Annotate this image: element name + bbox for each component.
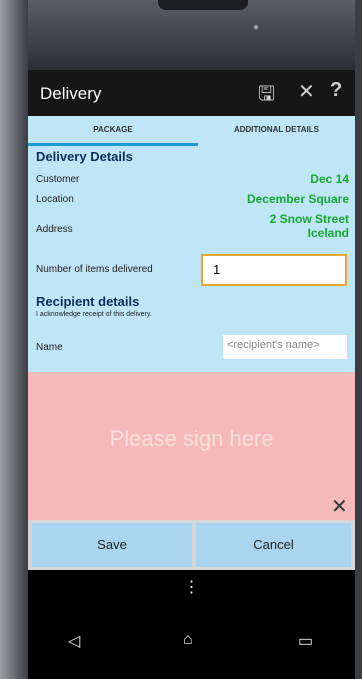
address-line-1: 2 Snow Street [269, 212, 349, 226]
delivery-details-title: Delivery Details [36, 149, 133, 164]
save-button[interactable]: Save [32, 523, 192, 567]
items-delivered-label: Number of items delivered [36, 264, 153, 275]
floppy-disk-icon[interactable]: 🖫 [258, 79, 275, 113]
address-line-2: Iceland [307, 226, 349, 240]
name-label: Name [36, 342, 63, 353]
app-title: Delivery [40, 84, 102, 103]
tab-package[interactable]: PACKAGE [28, 116, 198, 146]
app-bar: Delivery 🖫 ✕ ? [28, 70, 355, 116]
device-frame-left [0, 0, 28, 679]
tab-strip: PACKAGE ADDITIONAL DETAILS [28, 116, 355, 146]
signature-prompt: Please sign here [109, 426, 274, 451]
help-icon[interactable]: ? [330, 79, 342, 102]
customer-label: Customer [36, 174, 80, 185]
cancel-button[interactable]: Cancel [196, 523, 351, 567]
signature-pad[interactable]: Please sign here ✕ [28, 372, 355, 520]
camera-icon: ● [253, 22, 260, 33]
home-icon[interactable]: ⌂ [183, 631, 193, 649]
speaker-grille [158, 0, 248, 10]
location-value: December Square [246, 192, 349, 206]
back-icon[interactable]: ◁ [68, 631, 80, 651]
device-frame-right [355, 0, 362, 679]
close-icon[interactable]: ✕ [298, 79, 315, 104]
clear-signature-icon[interactable]: ✕ [331, 494, 348, 519]
items-delivered-input[interactable]: 1 [201, 254, 347, 286]
acknowledge-text: I acknowledge receipt of this delivery. [36, 311, 152, 318]
recipient-name-input[interactable]: <recipient's name> [223, 335, 347, 359]
system-nav-bar: ◁ ⌂ ▭ [28, 605, 355, 679]
address-label: Address [36, 224, 73, 235]
recipient-details-title: Recipient details [36, 294, 140, 309]
app-screen: Delivery 🖫 ✕ ? PACKAGE ADDITIONAL DETAIL… [28, 70, 355, 605]
location-label: Location [36, 194, 74, 205]
tab-additional-details[interactable]: ADDITIONAL DETAILS [198, 116, 355, 146]
recent-apps-icon[interactable]: ▭ [298, 631, 313, 651]
action-bar: Save Cancel [28, 520, 355, 570]
form-content: Delivery Details Customer Dec 14 Locatio… [28, 146, 355, 372]
overflow-menu-icon[interactable]: ⋮ [28, 570, 355, 605]
customer-value: Dec 14 [310, 172, 349, 186]
device-frame-top [0, 0, 362, 70]
